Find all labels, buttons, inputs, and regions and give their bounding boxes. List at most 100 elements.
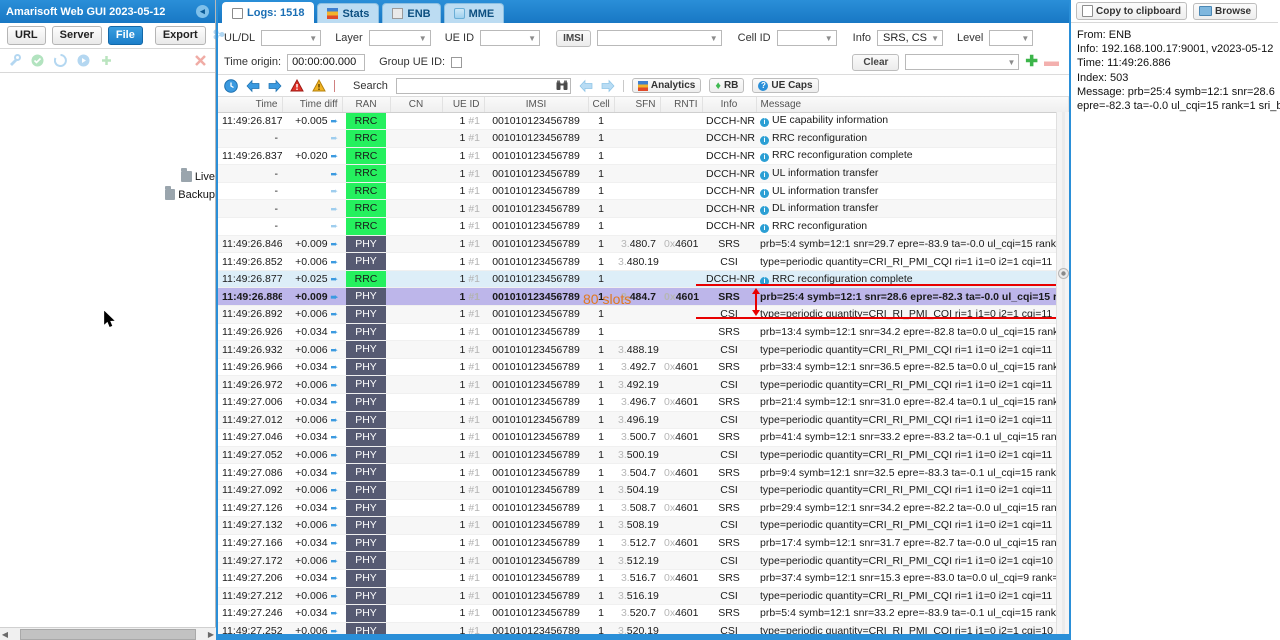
table-row[interactable]: - ➨ RRC 1 #1 001010123456789 1 DCCH-NR i RRC re…: [218, 217, 1069, 236]
ul-dl-select[interactable]: ▼: [261, 30, 322, 46]
table-row[interactable]: 11:49:27.086 +0.034 ➨ PHY 1 #1 0010101234567…: [218, 463, 1069, 482]
table-row[interactable]: 11:49:26.846 +0.009 ➨ PHY 1 #1 0010101234567…: [218, 235, 1069, 254]
table-row[interactable]: 11:49:26.966 +0.034 ➨ PHY 1 #1 0010101234567…: [218, 358, 1069, 377]
log-vertical-scrollbar[interactable]: [1056, 112, 1069, 634]
chevron-right-icon[interactable]: [6, 73, 163, 515]
col-time-diff[interactable]: Time diff: [282, 97, 343, 113]
table-row[interactable]: 11:49:27.206 +0.034 ➨ PHY 1 #1 0010101234567…: [218, 569, 1069, 588]
scroll-left-arrow-icon[interactable]: ◀: [0, 630, 10, 639]
imsi-button[interactable]: IMSI: [556, 29, 591, 47]
table-row[interactable]: - ➨ RRC 1 #1 001010123456789 1 DCCH-NR i UL inf…: [218, 182, 1069, 201]
ue-id-select[interactable]: ▼: [480, 30, 541, 46]
ue-caps-button[interactable]: ? UE Caps: [752, 78, 819, 93]
wrench-icon[interactable]: [8, 54, 21, 67]
info-select[interactable]: SRS, CSI, ▼: [877, 30, 943, 46]
arrow-left-light-icon[interactable]: [579, 79, 593, 93]
cell-imsi: 001010123456789: [484, 375, 588, 394]
col-rnti[interactable]: RNTI: [660, 97, 703, 113]
arrow-right-icon[interactable]: [268, 79, 282, 93]
url-button[interactable]: URL: [7, 26, 46, 45]
imsi-select[interactable]: ▼: [596, 30, 722, 46]
table-row[interactable]: 11:49:26.886 +0.009 ➨ PHY 1 #1 0010101234567…: [218, 287, 1069, 307]
chevron-left-icon[interactable]: ◂: [196, 5, 209, 18]
minus-icon[interactable]: ▬: [1044, 54, 1059, 69]
table-row[interactable]: 11:49:26.817 +0.005 ➨ RRC 1 #1 0010101234567…: [218, 112, 1069, 131]
delete-icon[interactable]: [194, 54, 207, 67]
col-imsi[interactable]: IMSI: [484, 97, 589, 113]
server-button[interactable]: Server: [51, 26, 102, 45]
plus-icon[interactable]: ✚: [1025, 54, 1038, 69]
tab-stats[interactable]: Stats: [317, 3, 380, 23]
col-ue-id[interactable]: UE ID: [442, 97, 485, 113]
error-triangle-icon[interactable]: [290, 78, 304, 93]
preset-select[interactable]: ▼: [905, 54, 1020, 70]
table-row[interactable]: 11:49:27.212 +0.006 ➨ PHY 1 #1 0010101234567…: [218, 587, 1069, 606]
rb-button[interactable]: ♦ RB: [709, 78, 745, 93]
table-row[interactable]: 11:49:27.166 +0.034 ➨ PHY 1 #1 0010101234567…: [218, 534, 1069, 553]
scroll-right-arrow-icon[interactable]: ▶: [206, 630, 216, 639]
table-row[interactable]: 11:49:26.852 +0.006 ➨ PHY 1 #1 0010101234567…: [218, 252, 1069, 271]
col-time[interactable]: Time: [218, 97, 283, 113]
clear-button[interactable]: Clear: [852, 53, 900, 71]
time-origin-input[interactable]: 00:00:00.000: [287, 53, 366, 71]
table-row[interactable]: 11:49:27.132 +0.006 ➨ PHY 1 #1 0010101234567…: [218, 516, 1069, 535]
col-cell[interactable]: Cell: [588, 97, 615, 113]
cell-id-select[interactable]: ▼: [776, 30, 837, 46]
tree-item-backup[interactable]: Backup: [6, 73, 215, 515]
table-row[interactable]: 11:49:27.252 +0.006 ➨ PHY 1 #1 0010101234567…: [218, 622, 1069, 634]
table-row[interactable]: 11:49:27.092 +0.006 ➨ PHY 1 #1 0010101234567…: [218, 481, 1069, 500]
col-message[interactable]: Message: [756, 97, 1069, 113]
arrow-left-icon[interactable]: [246, 79, 260, 93]
group-ue-id-checkbox[interactable]: [451, 56, 463, 68]
export-button[interactable]: Export: [154, 26, 206, 45]
table-row[interactable]: 11:49:27.012 +0.006 ➨ PHY 1 #1 0010101234567…: [218, 411, 1069, 430]
table-row[interactable]: 11:49:27.126 +0.034 ➨ PHY 1 #1 0010101234567…: [218, 499, 1069, 518]
tab-enb[interactable]: ENB: [382, 3, 441, 23]
table-row[interactable]: 11:49:27.246 +0.034 ➨ PHY 1 #1 0010101234567…: [218, 604, 1069, 623]
table-row[interactable]: - ➨ RRC 1 #1 001010123456789 1 DCCH-NR i RRC re…: [218, 129, 1069, 148]
arrow-right-light-icon[interactable]: [601, 79, 615, 93]
table-row[interactable]: 11:49:27.052 +0.006 ➨ PHY 1 #1 0010101234567…: [218, 446, 1069, 465]
table-row[interactable]: 11:49:26.926 +0.034 ➨ PHY 1 #1 0010101234567…: [218, 323, 1069, 342]
tab-logs[interactable]: Logs: 1518: [222, 2, 315, 23]
analytics-button[interactable]: Analytics: [631, 78, 702, 93]
col-cn[interactable]: CN: [390, 97, 443, 113]
refresh-icon[interactable]: [53, 54, 67, 67]
app-title: Amarisoft Web GUI 2023-05-12: [6, 5, 166, 18]
check-circle-icon[interactable]: [31, 54, 44, 67]
col-info[interactable]: Info: [702, 97, 757, 113]
layer-select[interactable]: ▼: [368, 30, 431, 46]
table-row[interactable]: - ➨ RRC 1 #1 001010123456789 1 DCCH-NR i DL inf…: [218, 199, 1069, 219]
scrollbar-thumb[interactable]: [1058, 268, 1069, 279]
level-select[interactable]: ▼: [989, 30, 1034, 46]
table-row[interactable]: 11:49:26.892 +0.006 ➨ PHY 1 #1 0010101234567…: [218, 305, 1069, 324]
table-row[interactable]: 11:49:27.046 +0.034 ➨ PHY 1 #1 0010101234567…: [218, 428, 1069, 447]
col-ran[interactable]: RAN: [342, 97, 391, 113]
chevron-down-icon: ▼: [824, 33, 833, 43]
cell-message: type=periodic quantity=CRI_RI_PMI_CQI ri…: [756, 375, 1069, 394]
clock-icon[interactable]: [224, 78, 238, 93]
table-row[interactable]: - ➨ RRC 1 #1 001010123456789 1 DCCH-NR i UL inf…: [218, 164, 1069, 183]
browse-button[interactable]: Browse: [1193, 2, 1258, 20]
table-row[interactable]: 11:49:26.837 +0.020 ➨ RRC 1 #1 0010101234567…: [218, 147, 1069, 166]
file-button[interactable]: File: [107, 26, 143, 45]
scrollbar-thumb[interactable]: [20, 628, 196, 640]
table-row[interactable]: 11:49:26.877 +0.025 ➨ RRC 1 #1 0010101234567…: [218, 270, 1069, 289]
tab-mme[interactable]: MME: [443, 3, 505, 23]
table-row[interactable]: 11:49:26.972 +0.006 ➨ PHY 1 #1 0010101234567…: [218, 375, 1069, 394]
binoculars-icon[interactable]: [556, 80, 568, 94]
table-row[interactable]: 11:49:27.172 +0.006 ➨ PHY 1 #1 0010101234567…: [218, 551, 1069, 570]
play-circle-icon[interactable]: [77, 54, 90, 67]
warning-triangle-icon[interactable]: [312, 78, 326, 93]
table-row[interactable]: 11:49:26.932 +0.006 ➨ PHY 1 #1 0010101234567…: [218, 340, 1069, 359]
ran-badge: PHY: [346, 323, 386, 340]
cell-info: DCCH-NR: [702, 147, 756, 166]
copy-to-clipboard-button[interactable]: Copy to clipboard: [1076, 2, 1187, 20]
col-sfn[interactable]: SFN: [614, 97, 661, 113]
search-input[interactable]: [395, 77, 571, 94]
cell-message: prb=13:4 symb=12:1 snr=34.2 epre=-82.8 t…: [756, 323, 1069, 342]
table-row[interactable]: 11:49:27.006 +0.034 ➨ PHY 1 #1 0010101234567…: [218, 393, 1069, 412]
export-extra-icon[interactable]: [212, 28, 225, 44]
sidebar-horizontal-scrollbar[interactable]: ◀ ▶: [0, 627, 216, 640]
add-icon[interactable]: [100, 54, 113, 67]
